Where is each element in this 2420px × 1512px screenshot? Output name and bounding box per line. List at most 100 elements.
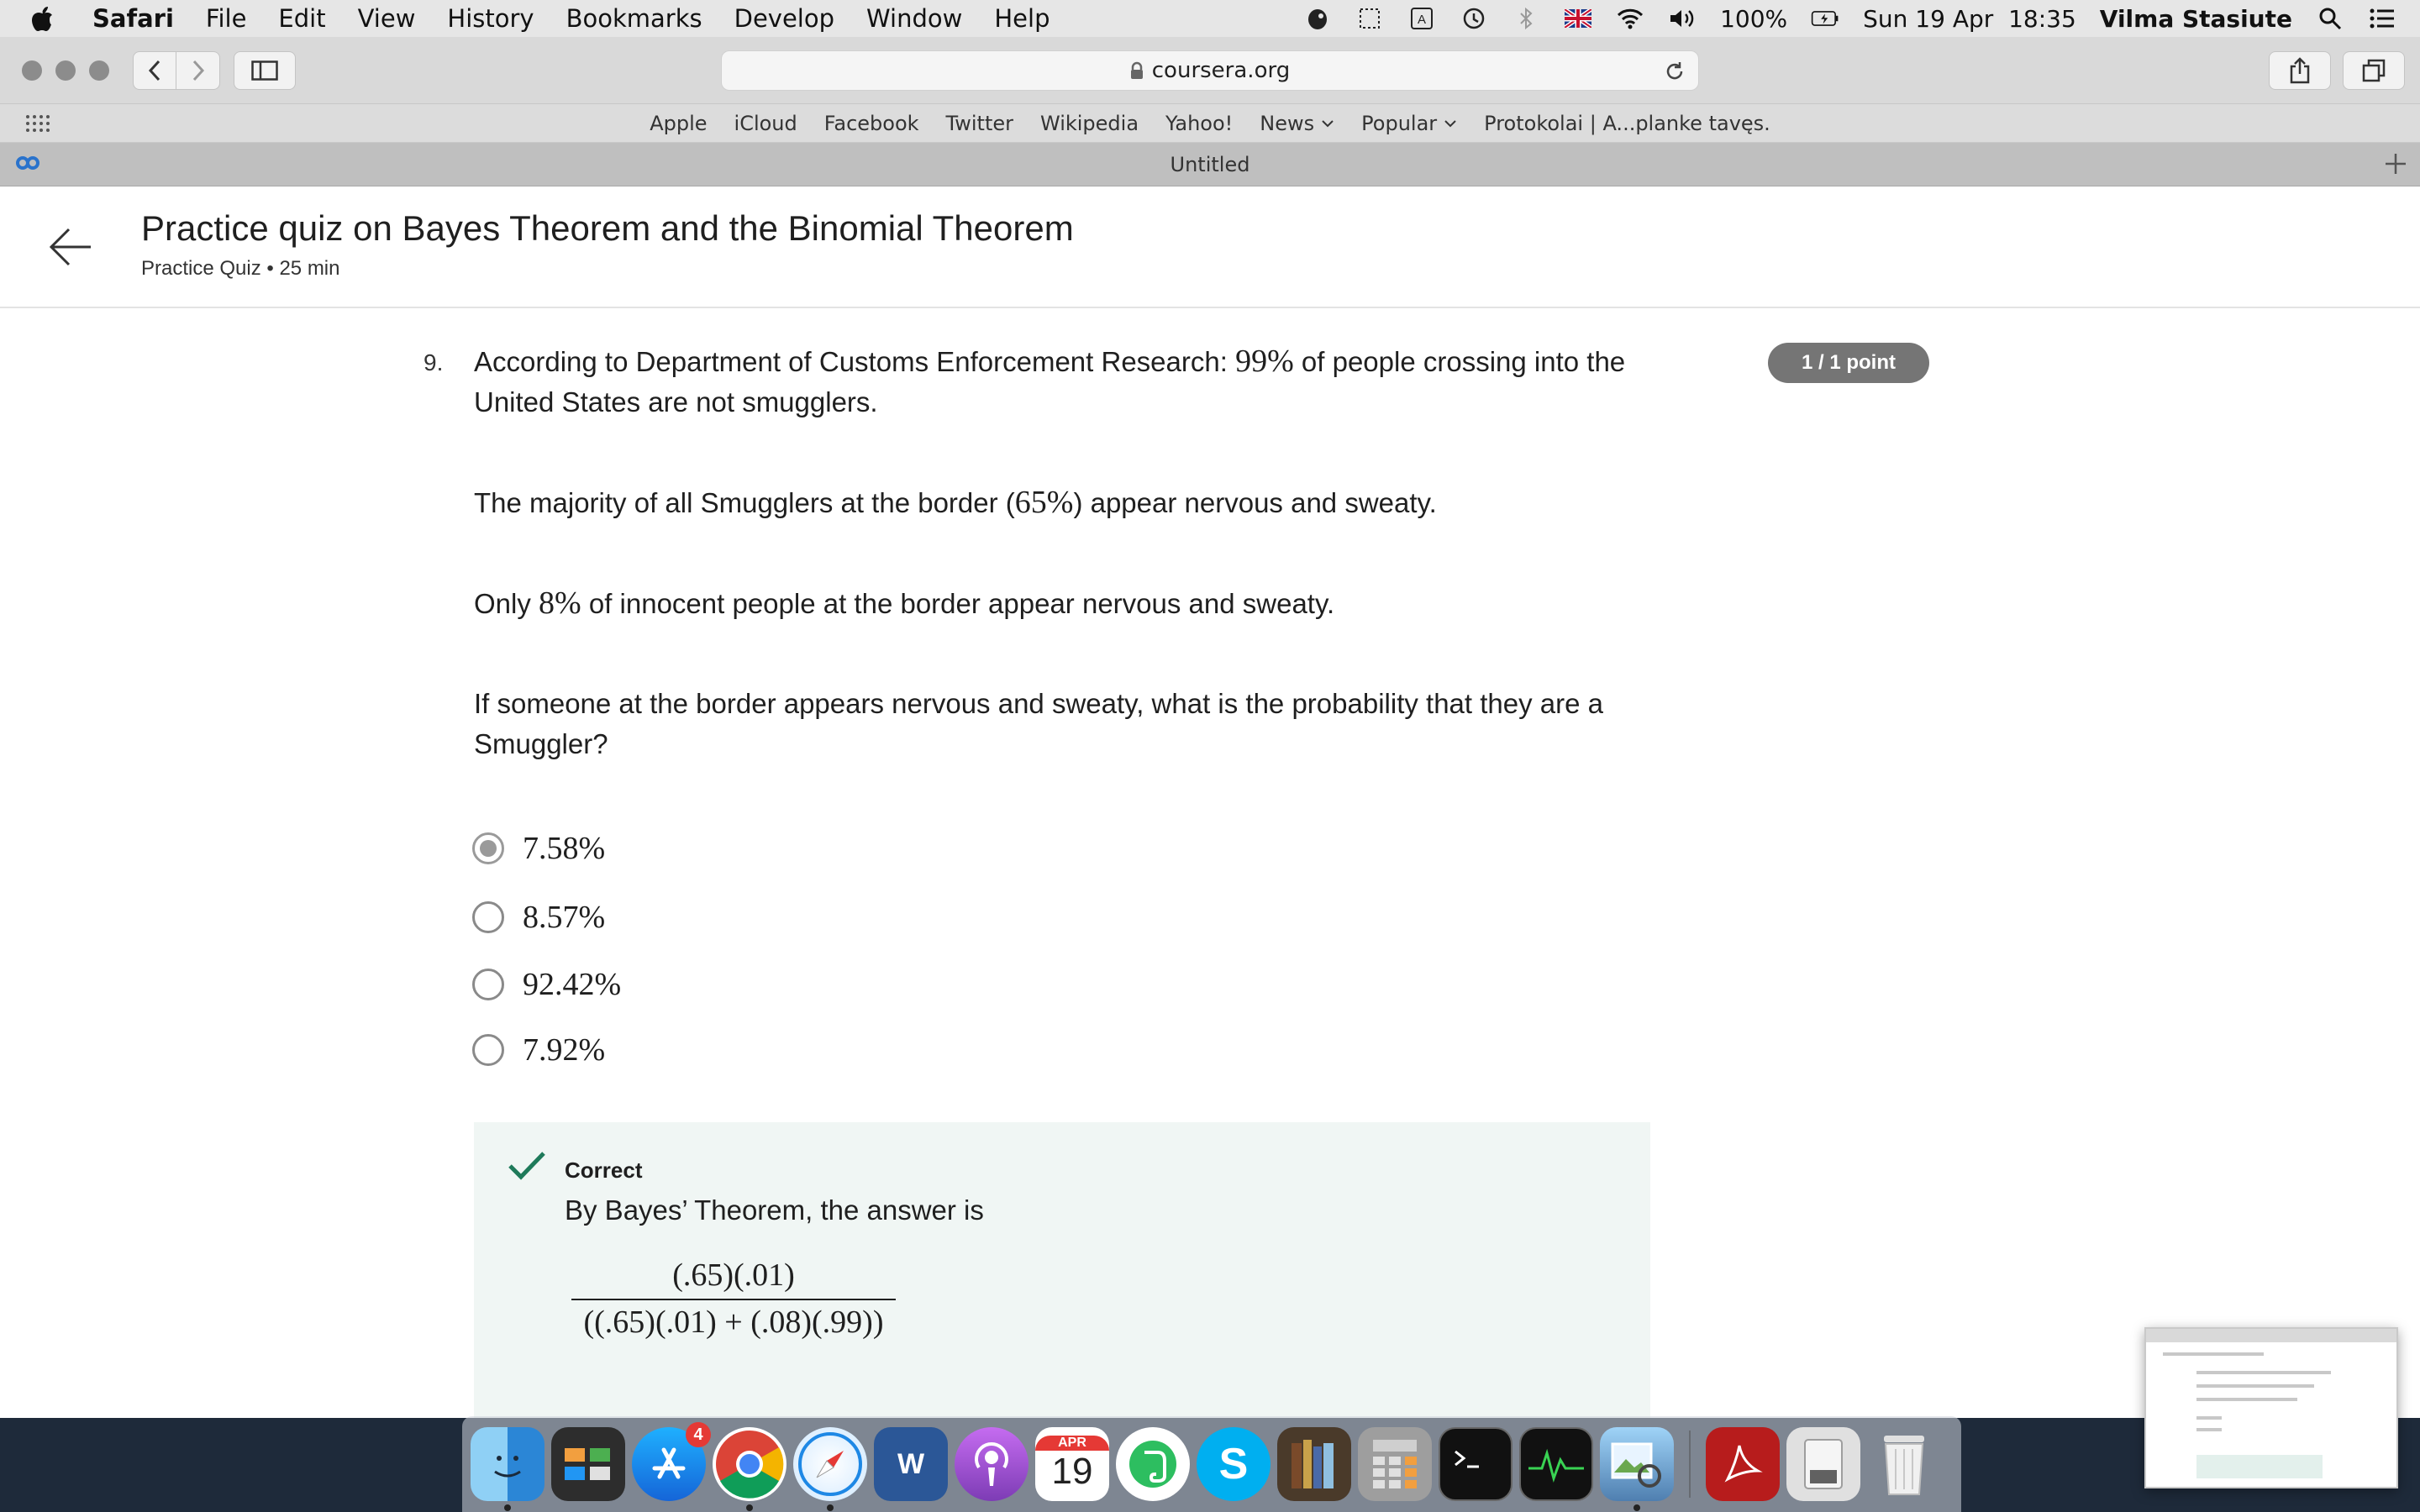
terminal-icon[interactable]: [1439, 1427, 1512, 1501]
question-text: According to Department of Customs Enfor…: [474, 346, 1236, 377]
new-tab-plus-icon[interactable]: [2383, 151, 2408, 180]
answer-option[interactable]: 7.92%: [472, 1032, 605, 1068]
favorite-popular-folder[interactable]: Popular: [1361, 112, 1457, 135]
favorite-wikipedia[interactable]: Wikipedia: [1040, 112, 1139, 135]
question-paragraph-1: According to Department of Customs Enfor…: [474, 341, 1667, 423]
share-button[interactable]: [2269, 51, 2331, 90]
question-paragraph-3: Only 8% of innocent people at the border…: [474, 583, 1667, 624]
spotlight-search-icon[interactable]: [2316, 4, 2344, 33]
favorite-yahoo[interactable]: Yahoo!: [1165, 112, 1233, 135]
preview-icon[interactable]: [1600, 1427, 1674, 1511]
skype-icon[interactable]: S: [1197, 1427, 1270, 1501]
question-text: The majority of all Smugglers at the bor…: [474, 487, 1015, 518]
forward-button[interactable]: [176, 51, 220, 90]
favorite-twitter[interactable]: Twitter: [946, 112, 1013, 135]
evernote-icon[interactable]: [1116, 1427, 1190, 1501]
question-text: of innocent people at the border appear …: [581, 588, 1335, 619]
calendar-month: APR: [1035, 1436, 1109, 1451]
menu-bookmarks[interactable]: Bookmarks: [566, 4, 702, 33]
feedback-panel: Correct By Bayes’ Theorem, the answer is…: [474, 1122, 1650, 1418]
volume-icon[interactable]: [1668, 4, 1697, 33]
time-machine-icon[interactable]: [1460, 4, 1488, 33]
answer-option-label[interactable]: 7.92%: [523, 1032, 605, 1068]
show-tabs-button[interactable]: [2343, 51, 2405, 90]
evernote-status-icon[interactable]: [1303, 4, 1332, 33]
answer-option[interactable]: 8.57%: [472, 899, 605, 936]
tab-untitled[interactable]: Untitled: [0, 143, 2420, 186]
bayes-fraction: (.65)(.01) ((.65)(.01) + (.08)(.99)): [571, 1257, 896, 1341]
activity-monitor-icon[interactable]: [1519, 1427, 1593, 1501]
answer-option-label[interactable]: 7.58%: [523, 830, 605, 867]
apple-menu-icon[interactable]: [32, 6, 54, 31]
sidebar-toggle-button[interactable]: [234, 51, 296, 90]
calendar-icon[interactable]: APR 19: [1035, 1427, 1109, 1501]
menubar-clock[interactable]: Sun 19 Apr 18:35: [1863, 5, 2076, 33]
minimize-window-button[interactable]: [55, 60, 76, 81]
favorite-news-folder[interactable]: News: [1260, 112, 1334, 135]
safari-icon[interactable]: [793, 1427, 867, 1511]
app-store-icon[interactable]: 4: [632, 1422, 711, 1501]
answer-option-label[interactable]: 8.57%: [523, 899, 605, 936]
acrobat-reader-icon[interactable]: [1706, 1427, 1780, 1501]
system-monitor-icon[interactable]: [551, 1427, 625, 1501]
checkmark-icon: [508, 1151, 546, 1184]
answer-option-label[interactable]: 92.42%: [523, 966, 621, 1003]
menu-app-name[interactable]: Safari: [92, 4, 174, 33]
answer-option[interactable]: 7.58%: [472, 830, 605, 867]
menu-view[interactable]: View: [358, 4, 416, 33]
menu-history[interactable]: History: [447, 4, 534, 33]
radio-button-selected[interactable]: [472, 832, 504, 864]
page-subtitle: Practice Quiz • 25 min: [141, 257, 340, 280]
address-bar[interactable]: coursera.org: [721, 50, 1699, 91]
app-store-badge: 4: [686, 1422, 711, 1447]
menu-file[interactable]: File: [206, 4, 247, 33]
question-paragraph-4: If someone at the border appears nervous…: [474, 688, 1604, 759]
uk-flag-icon[interactable]: [1564, 4, 1592, 33]
finder-icon[interactable]: [471, 1427, 544, 1511]
chrome-icon[interactable]: [713, 1427, 786, 1511]
favorite-icloud[interactable]: iCloud: [734, 112, 797, 135]
radio-button[interactable]: [472, 901, 504, 933]
running-indicator: [504, 1504, 511, 1511]
zoom-window-button[interactable]: [89, 60, 109, 81]
reload-icon[interactable]: [1663, 60, 1686, 89]
file-manager-icon[interactable]: [1786, 1427, 1860, 1501]
wifi-icon[interactable]: [1616, 4, 1644, 33]
close-window-button[interactable]: [22, 60, 42, 81]
notification-center-icon[interactable]: [2368, 4, 2396, 33]
calibre-icon[interactable]: [1277, 1427, 1351, 1501]
dock-separator: [1689, 1431, 1691, 1498]
thumbnail-line: [2196, 1398, 2297, 1401]
macos-menu-bar: Safari File Edit View History Bookmarks …: [0, 0, 2420, 37]
favorite-protokolai[interactable]: Protokolai | A...planke tavęs.: [1484, 112, 1770, 135]
bluetooth-icon[interactable]: [1512, 4, 1540, 33]
chevron-right-icon: [192, 60, 204, 81]
podcasts-icon[interactable]: [955, 1427, 1028, 1501]
back-button[interactable]: [133, 51, 176, 90]
menu-window[interactable]: Window: [866, 4, 962, 33]
question-paragraph-2: The majority of all Smugglers at the bor…: [474, 482, 1667, 523]
battery-percent[interactable]: 100%: [1720, 5, 1787, 33]
menu-help[interactable]: Help: [994, 4, 1050, 33]
text-capture-status-icon[interactable]: A: [1407, 4, 1436, 33]
radio-button[interactable]: [472, 969, 504, 1000]
trash-icon[interactable]: [1867, 1427, 1941, 1501]
quiz-content: 9. 1 / 1 point According to Department o…: [0, 309, 2420, 1418]
radio-button[interactable]: [472, 1034, 504, 1066]
lock-icon: [1130, 61, 1144, 80]
favorite-apple[interactable]: Apple: [650, 112, 707, 135]
calculator-icon[interactable]: [1358, 1427, 1432, 1501]
word-icon[interactable]: W: [874, 1427, 948, 1501]
back-arrow-icon[interactable]: [47, 223, 94, 274]
menu-edit[interactable]: Edit: [278, 4, 325, 33]
menu-develop[interactable]: Develop: [734, 4, 834, 33]
favorite-facebook[interactable]: Facebook: [824, 112, 919, 135]
share-icon: [2290, 57, 2310, 84]
running-indicator: [1634, 1504, 1640, 1511]
answer-option[interactable]: 92.42%: [472, 966, 621, 1003]
battery-charging-icon[interactable]: [1811, 4, 1839, 33]
user-name[interactable]: Vilma Stasiute: [2100, 5, 2292, 33]
thumbnail-feedback: [2196, 1455, 2323, 1478]
screenshot-status-icon[interactable]: [1355, 4, 1384, 33]
screenshot-thumbnail[interactable]: [2144, 1327, 2398, 1488]
